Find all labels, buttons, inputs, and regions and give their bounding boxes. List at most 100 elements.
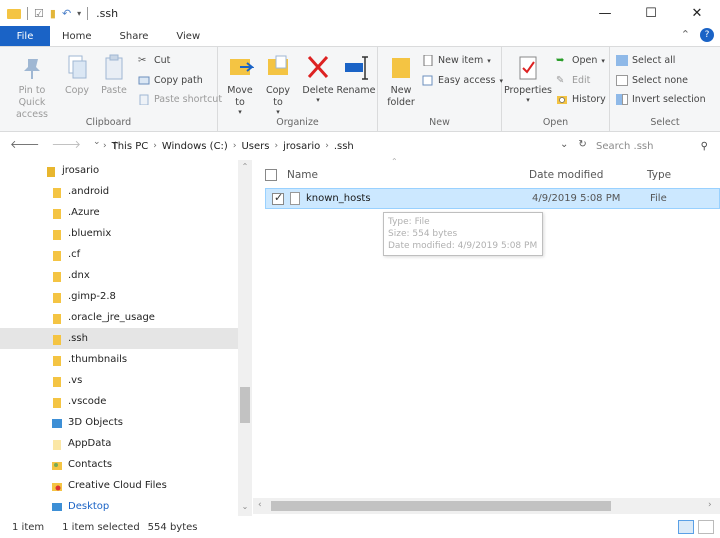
- breadcrumb-item[interactable]: This PC: [112, 141, 149, 152]
- row-checkbox[interactable]: [272, 191, 284, 205]
- sidebar-item[interactable]: .Azure: [0, 202, 238, 223]
- paste-shortcut-button[interactable]: Paste shortcut: [138, 94, 222, 106]
- breadcrumb-item[interactable]: Windows (C:): [162, 141, 228, 152]
- new-folder-icon[interactable]: ▮: [50, 7, 56, 20]
- sidebar-item-label: .vscode: [68, 396, 107, 407]
- scroll-down-icon[interactable]: ⌄: [238, 502, 252, 511]
- sidebar-item[interactable]: Creative Cloud Files: [0, 475, 238, 496]
- history-button[interactable]: History: [556, 94, 606, 105]
- paste-button[interactable]: Paste: [98, 53, 130, 97]
- select-group-label: Select: [650, 117, 680, 128]
- move-to-label: Move to: [227, 85, 253, 108]
- sidebar-item[interactable]: .thumbnails: [0, 349, 238, 370]
- scroll-up-icon[interactable]: ⌃: [238, 162, 252, 171]
- sidebar-item[interactable]: AppData: [0, 433, 238, 454]
- sidebar-item[interactable]: .bluemix: [0, 223, 238, 244]
- sidebar-item[interactable]: .vscode: [0, 391, 238, 412]
- search-input[interactable]: Search .ssh ⚲: [590, 137, 714, 155]
- details-view-button[interactable]: [678, 520, 694, 534]
- paste-label: Paste: [101, 85, 127, 96]
- pin-to-quick-access-button[interactable]: Pin to Quick access: [6, 53, 58, 121]
- breadcrumb-chevron-icon[interactable]: ›: [153, 141, 157, 151]
- refresh-icon[interactable]: ↻: [578, 139, 586, 150]
- close-button[interactable]: ✕: [674, 0, 720, 26]
- scrollbar-thumb[interactable]: [271, 501, 611, 511]
- help-icon[interactable]: ?: [700, 28, 714, 42]
- collapse-ribbon-icon[interactable]: ⌃: [681, 28, 690, 42]
- open-button[interactable]: ➥ Open ▾: [556, 55, 605, 66]
- sidebar-item-label: .cf: [68, 249, 81, 260]
- scrollbar-thumb[interactable]: [240, 387, 250, 423]
- sidebar-item[interactable]: .vs: [0, 370, 238, 391]
- large-icons-view-button[interactable]: [698, 520, 714, 534]
- breadcrumb-chevron-icon[interactable]: ›: [325, 141, 329, 151]
- recent-locations-icon[interactable]: ⌄: [93, 137, 101, 156]
- copy-button[interactable]: Copy: [62, 53, 92, 97]
- dropdown-icon: ▾: [238, 108, 242, 116]
- folder-icon: [52, 249, 62, 261]
- scroll-right-icon[interactable]: ›: [708, 500, 712, 510]
- sidebar-item[interactable]: Desktop: [0, 496, 238, 517]
- breadcrumb-chevron-icon[interactable]: ›: [103, 141, 107, 151]
- select-all-checkbox[interactable]: [265, 169, 277, 181]
- column-name[interactable]: Name: [287, 164, 318, 186]
- sidebar-item[interactable]: .dnx: [0, 265, 238, 286]
- edit-button[interactable]: ✎ Edit: [556, 75, 590, 86]
- column-date-modified[interactable]: Date modified: [529, 164, 603, 186]
- back-icon[interactable]: 🡐: [10, 137, 40, 156]
- maximize-button[interactable]: ☐: [628, 0, 674, 26]
- quick-access-toolbar: ☑ ▮ ↶ ▾: [27, 6, 89, 20]
- new-folder-button[interactable]: New folder: [386, 53, 416, 109]
- new-folder-label-1: New: [390, 85, 412, 96]
- easy-access-button[interactable]: Easy access ▾: [422, 75, 503, 86]
- copy-to-button[interactable]: Copy to ▾: [262, 53, 294, 116]
- sidebar-item[interactable]: .android: [0, 181, 238, 202]
- forward-icon[interactable]: 🡒: [52, 137, 82, 156]
- delete-button[interactable]: Delete ▾: [302, 53, 334, 104]
- tab-share[interactable]: Share: [106, 26, 163, 46]
- minimize-button[interactable]: —: [582, 0, 628, 26]
- breadcrumb-item[interactable]: Users: [241, 141, 269, 152]
- select-none-button[interactable]: Select none: [616, 75, 688, 86]
- select-all-button[interactable]: Select all: [616, 55, 675, 66]
- cut-button[interactable]: ✂ Cut: [138, 55, 170, 66]
- scroll-left-icon[interactable]: ‹: [258, 500, 262, 510]
- breadcrumb-chevron-icon[interactable]: ›: [274, 141, 278, 151]
- breadcrumb-chevron-icon[interactable]: ›: [233, 141, 237, 151]
- properties-icon[interactable]: ☑: [34, 7, 44, 20]
- new-item-button[interactable]: New item ▾: [422, 54, 491, 67]
- sidebar-item[interactable]: jrosario: [0, 160, 238, 181]
- breadcrumb-item[interactable]: jrosario: [283, 141, 320, 152]
- sidebar-item[interactable]: .gimp-2.8: [0, 286, 238, 307]
- pin-icon: [18, 53, 46, 83]
- rename-label: Rename: [336, 85, 376, 96]
- column-type[interactable]: Type: [647, 164, 671, 186]
- ribbon: Pin to Quick access Copy Paste ✂ Cut Cop…: [0, 46, 720, 132]
- sidebar-item[interactable]: .ssh: [0, 328, 238, 349]
- tab-file[interactable]: File: [0, 26, 50, 46]
- customize-toolbar-icon[interactable]: ▾: [77, 9, 81, 18]
- invert-selection-button[interactable]: Invert selection: [616, 94, 706, 105]
- sidebar-item[interactable]: .cf: [0, 244, 238, 265]
- breadcrumb[interactable]: › This PC › Windows (C:) › Users › jrosario › .ss…: [103, 137, 354, 155]
- table-row[interactable]: known_hosts 4/9/2019 5:08 PM File: [265, 188, 720, 209]
- horizontal-scrollbar[interactable]: ‹ ›: [253, 498, 720, 514]
- tab-view[interactable]: View: [162, 26, 214, 46]
- address-dropdown-icon[interactable]: ⌄: [560, 139, 568, 150]
- nav-scrollbar[interactable]: ⌃ ⌄: [238, 160, 252, 516]
- select-all-checkbox-header[interactable]: [265, 164, 277, 186]
- undo-icon[interactable]: ↶: [62, 7, 71, 20]
- sidebar-item-label: .gimp-2.8: [68, 291, 116, 302]
- move-to-button[interactable]: Move to ▾: [224, 53, 256, 116]
- sidebar-item[interactable]: 3D Objects: [0, 412, 238, 433]
- sidebar-item[interactable]: Contacts: [0, 454, 238, 475]
- scissors-icon: ✂: [138, 55, 147, 66]
- copy-path-button[interactable]: Copy path: [138, 75, 203, 86]
- breadcrumb-item[interactable]: .ssh: [334, 141, 354, 152]
- item-count: 1 item: [12, 521, 45, 533]
- properties-button[interactable]: Properties ▾: [504, 53, 552, 104]
- sidebar-item[interactable]: .oracle_jre_usage: [0, 307, 238, 328]
- rename-button[interactable]: Rename: [336, 53, 376, 97]
- tab-home[interactable]: Home: [50, 26, 106, 46]
- 3d-objects-icon: [52, 417, 62, 429]
